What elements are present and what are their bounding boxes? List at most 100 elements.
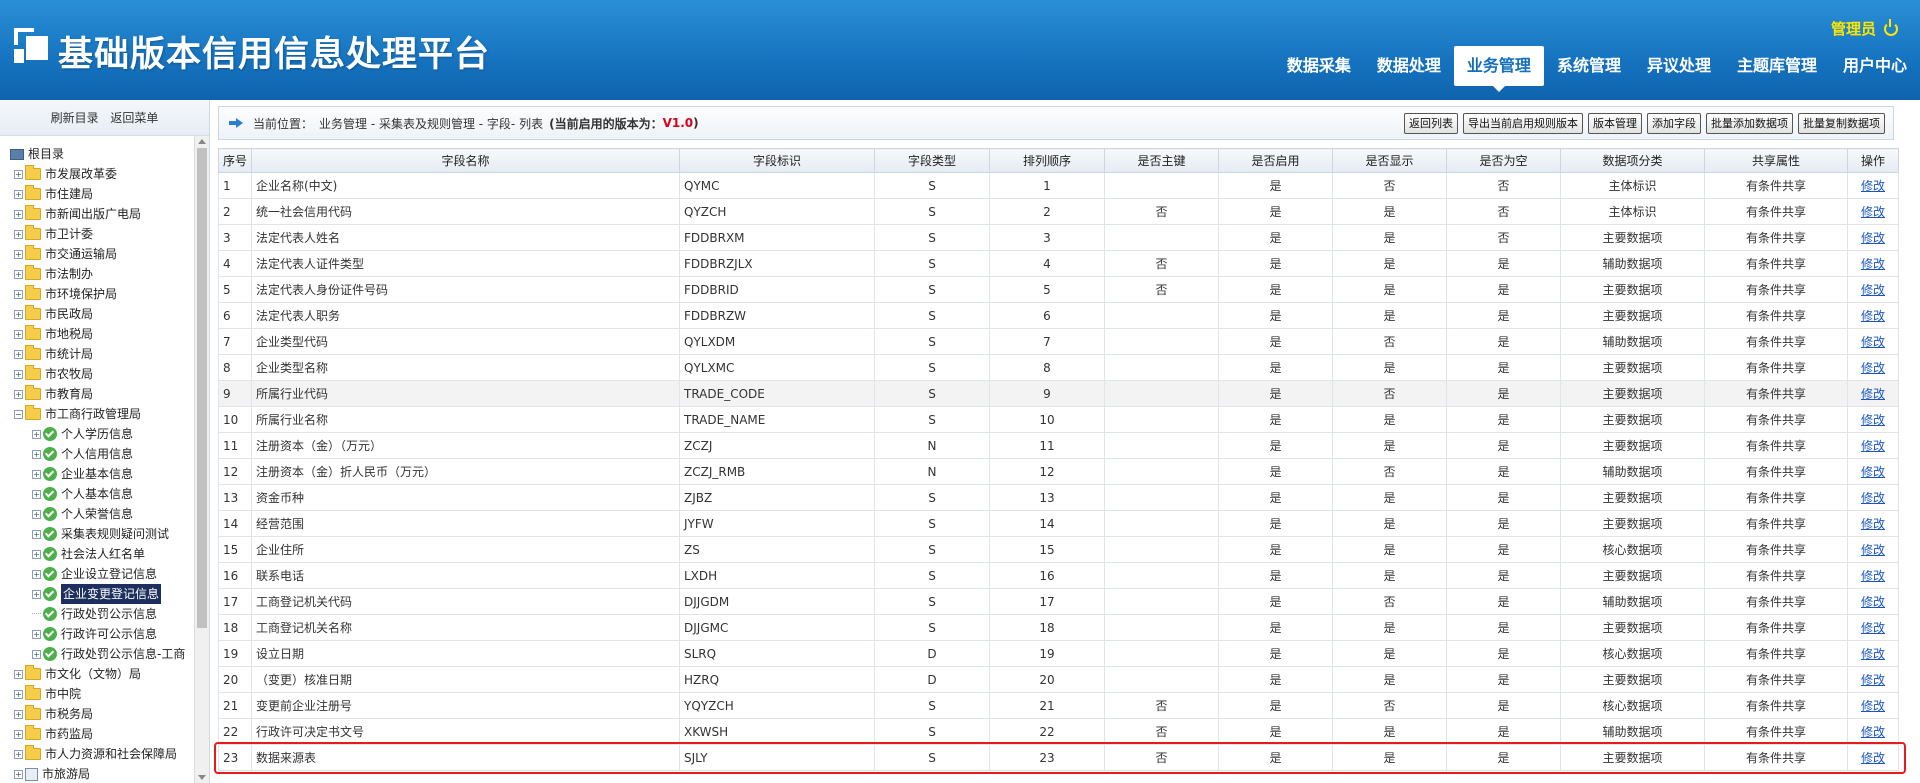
expand-toggle-icon[interactable]: + <box>32 449 41 459</box>
tree-folder[interactable]: + 市统计局 <box>10 344 194 364</box>
tree-item[interactable]: + 行政处罚公示信息-工商 <box>10 644 194 664</box>
edit-link[interactable]: 修改 <box>1861 647 1885 661</box>
expand-toggle-icon[interactable]: + <box>32 489 41 499</box>
edit-link[interactable]: 修改 <box>1861 335 1885 349</box>
scroll-up-arrow-icon[interactable] <box>198 139 206 144</box>
toolbar-button-1[interactable]: 导出当前启用规则版本 <box>1463 113 1583 134</box>
expand-toggle-icon[interactable]: + <box>32 649 41 659</box>
edit-link[interactable]: 修改 <box>1861 283 1885 297</box>
tree-folder[interactable]: + 市交通运输局 <box>10 244 194 264</box>
nav-item-2[interactable]: 业务管理 <box>1453 46 1544 92</box>
edit-link[interactable]: 修改 <box>1861 595 1885 609</box>
expand-toggle-icon[interactable]: + <box>32 509 41 519</box>
tree-folder-expanded[interactable]: − 市工商行政管理局 <box>10 404 194 424</box>
toolbar-button-5[interactable]: 批量复制数据项 <box>1798 113 1885 134</box>
tree-folder[interactable]: + 市住建局 <box>10 184 194 204</box>
tree-item[interactable]: + 企业基本信息 <box>10 464 194 484</box>
tree-folder[interactable]: + 市发展改革委 <box>10 164 194 184</box>
nav-item-5[interactable]: 主题库管理 <box>1724 46 1830 86</box>
expand-toggle-icon[interactable]: + <box>32 529 41 539</box>
toolbar-button-4[interactable]: 批量添加数据项 <box>1706 113 1793 134</box>
edit-link[interactable]: 修改 <box>1861 517 1885 531</box>
expand-toggle-icon[interactable]: + <box>32 629 41 639</box>
tree-folder[interactable]: + 市药监局 <box>10 724 194 744</box>
nav-item-6[interactable]: 用户中心 <box>1830 46 1920 86</box>
tree-item[interactable]: + 社会法人红名单 <box>10 544 194 564</box>
edit-link[interactable]: 修改 <box>1861 439 1885 453</box>
nav-item-1[interactable]: 数据处理 <box>1364 46 1454 86</box>
tree-folder[interactable]: + 市人力资源和社会保障局 <box>10 744 194 764</box>
edit-link[interactable]: 修改 <box>1861 491 1885 505</box>
expand-toggle-icon[interactable]: + <box>14 169 23 179</box>
edit-link[interactable]: 修改 <box>1861 569 1885 583</box>
tree-item[interactable]: + 采集表规则疑问测试 <box>10 524 194 544</box>
back-menu-link[interactable]: 返回菜单 <box>110 111 158 125</box>
expand-toggle-icon[interactable]: + <box>32 429 41 439</box>
user-name[interactable]: 管理员 <box>1831 18 1876 39</box>
expand-toggle-icon[interactable]: + <box>14 309 23 319</box>
nav-item-4[interactable]: 异议处理 <box>1634 46 1724 86</box>
toolbar-button-0[interactable]: 返回列表 <box>1404 113 1458 134</box>
expand-toggle-icon[interactable]: + <box>32 469 41 479</box>
edit-link[interactable]: 修改 <box>1861 621 1885 635</box>
nav-item-3[interactable]: 系统管理 <box>1544 46 1634 86</box>
tree-folder[interactable]: + 市农牧局 <box>10 364 194 384</box>
tree-item[interactable]: + 企业设立登记信息 <box>10 564 194 584</box>
expand-toggle-icon[interactable]: + <box>32 549 41 559</box>
expand-toggle-icon[interactable]: + <box>14 349 23 359</box>
expand-toggle-icon[interactable]: + <box>14 249 23 259</box>
edit-link[interactable]: 修改 <box>1861 257 1885 271</box>
toolbar-button-3[interactable]: 添加字段 <box>1647 113 1701 134</box>
tree-folder[interactable]: + 市旅游局 <box>10 764 194 783</box>
edit-link[interactable]: 修改 <box>1861 387 1885 401</box>
expand-toggle-icon[interactable]: − <box>14 409 23 419</box>
expand-toggle-icon[interactable]: + <box>32 589 41 599</box>
tree-item[interactable]: + 个人信用信息 <box>10 444 194 464</box>
edit-link[interactable]: 修改 <box>1861 205 1885 219</box>
expand-toggle-icon[interactable]: + <box>14 669 23 679</box>
expand-toggle-icon[interactable]: + <box>14 269 23 279</box>
edit-link[interactable]: 修改 <box>1861 413 1885 427</box>
edit-link[interactable]: 修改 <box>1861 361 1885 375</box>
tree-folder[interactable]: + 市文化（文物）局 <box>10 664 194 684</box>
tree-item[interactable]: + 行政许可公示信息 <box>10 624 194 644</box>
tree-item[interactable]: + 个人荣誉信息 <box>10 504 194 524</box>
tree-folder[interactable]: + 市环境保护局 <box>10 284 194 304</box>
tree-folder[interactable]: + 市卫计委 <box>10 224 194 244</box>
edit-link[interactable]: 修改 <box>1861 543 1885 557</box>
edit-link[interactable]: 修改 <box>1861 309 1885 323</box>
expand-toggle-icon[interactable]: + <box>14 189 23 199</box>
edit-link[interactable]: 修改 <box>1861 465 1885 479</box>
toolbar-button-2[interactable]: 版本管理 <box>1588 113 1642 134</box>
edit-link[interactable]: 修改 <box>1861 699 1885 713</box>
expand-toggle-icon[interactable]: + <box>14 389 23 399</box>
edit-link[interactable]: 修改 <box>1861 231 1885 245</box>
expand-toggle-icon[interactable]: + <box>14 769 23 779</box>
tree-folder[interactable]: + 市税务局 <box>10 704 194 724</box>
expand-toggle-icon[interactable]: + <box>14 729 23 739</box>
tree-folder[interactable]: + 市民政局 <box>10 304 194 324</box>
nav-item-0[interactable]: 数据采集 <box>1274 46 1364 86</box>
tree-item[interactable]: + 企业变更登记信息 <box>10 584 194 604</box>
edit-link[interactable]: 修改 <box>1861 751 1885 765</box>
edit-link[interactable]: 修改 <box>1861 725 1885 739</box>
expand-toggle-icon[interactable]: + <box>14 709 23 719</box>
edit-link[interactable]: 修改 <box>1861 673 1885 687</box>
sidebar-scrollbar[interactable] <box>194 136 209 783</box>
tree-root[interactable]: 根目录 <box>10 144 194 164</box>
tree-folder[interactable]: + 市新闻出版广电局 <box>10 204 194 224</box>
expand-toggle-icon[interactable]: + <box>32 569 41 579</box>
scrollbar-thumb[interactable] <box>197 148 207 628</box>
expand-toggle-icon[interactable]: + <box>14 749 23 759</box>
expand-toggle-icon[interactable]: + <box>14 209 23 219</box>
expand-toggle-icon[interactable]: + <box>14 689 23 699</box>
refresh-directory-link[interactable]: 刷新目录 <box>51 111 99 125</box>
tree-folder[interactable]: + 市地税局 <box>10 324 194 344</box>
scroll-down-arrow-icon[interactable] <box>198 775 206 780</box>
tree-item[interactable]: + 个人基本信息 <box>10 484 194 504</box>
expand-toggle-icon[interactable]: + <box>14 369 23 379</box>
expand-toggle-icon[interactable]: + <box>14 229 23 239</box>
tree-folder[interactable]: + 市教育局 <box>10 384 194 404</box>
edit-link[interactable]: 修改 <box>1861 179 1885 193</box>
tree-folder[interactable]: + 市中院 <box>10 684 194 704</box>
